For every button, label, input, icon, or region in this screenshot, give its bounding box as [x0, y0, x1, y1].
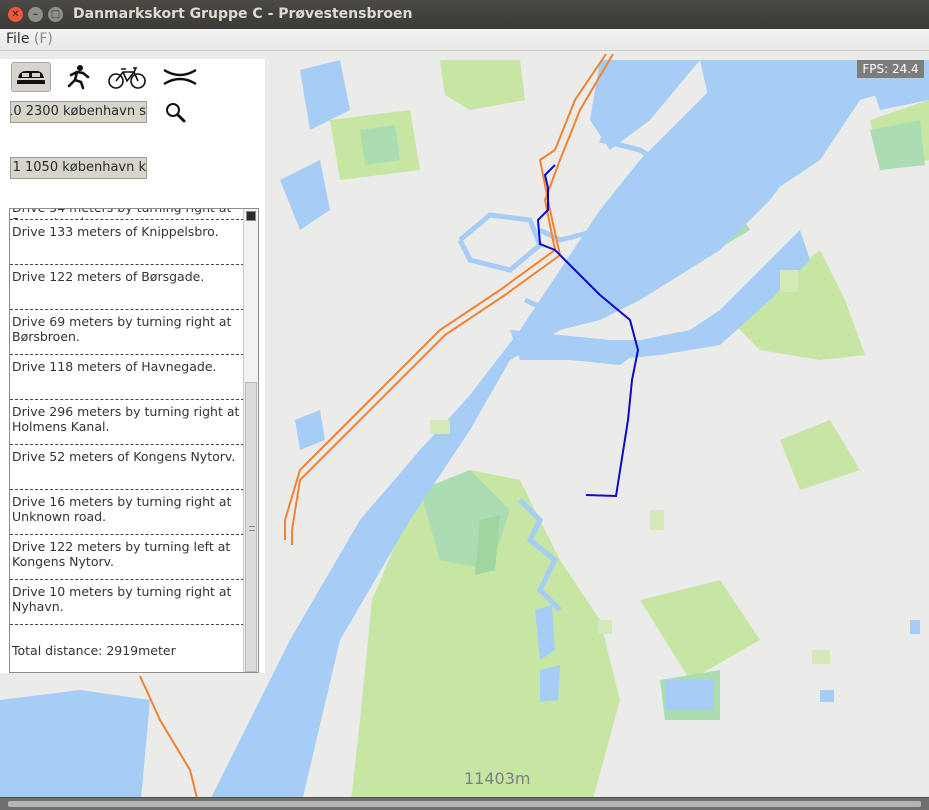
green-kastellet — [360, 125, 400, 165]
block-1 — [430, 420, 450, 434]
ferry-icon — [163, 68, 197, 86]
pool-2 — [820, 690, 834, 702]
directions-list-content: Drive 54 meters by turning right at Prøv… — [10, 209, 244, 658]
canal-castle — [457, 212, 543, 273]
direction-item: Drive 69 meters by turning right at Børs… — [10, 310, 244, 355]
map-scroll-thumb[interactable] — [8, 801, 921, 807]
car-mode-button[interactable] — [11, 62, 51, 92]
block-2 — [780, 270, 798, 292]
route-panel: Prøvestensbroen 10 2300 københavn s Nyha… — [0, 59, 265, 673]
directions-scroll-thumb[interactable] — [245, 382, 257, 672]
pedestrian-icon — [67, 65, 90, 90]
ferry-mode-button[interactable] — [160, 62, 200, 92]
bicycle-icon — [108, 67, 146, 89]
map-horizontal-scrollbar[interactable] — [0, 797, 929, 810]
menu-file-label: File — [6, 31, 30, 47]
walk-mode-button[interactable] — [58, 62, 98, 92]
minimize-window-button[interactable]: – — [28, 7, 43, 22]
rail-south — [139, 675, 201, 810]
menu-file-mnemonic: (F) — [29, 31, 53, 47]
direction-item: Drive 122 meters of Børsgade. — [10, 265, 244, 310]
pool-3 — [910, 620, 920, 634]
from-address-field[interactable]: Prøvestensbroen 10 2300 københavn s — [10, 101, 147, 123]
block-4 — [650, 510, 664, 530]
lake-amager-2 — [540, 665, 560, 702]
scale-label: 11403m — [464, 769, 531, 788]
scroll-grip-icon — [249, 526, 255, 531]
fps-counter: FPS: 24.4 — [857, 60, 924, 78]
window-title: Danmarkskort Gruppe C - Prøvestensbroen — [73, 6, 413, 22]
block-3 — [812, 650, 830, 664]
maximize-window-button[interactable]: □ — [48, 7, 63, 22]
directions-list[interactable]: Drive 54 meters by turning right at Prøv… — [9, 208, 259, 673]
close-window-button[interactable]: ✕ — [8, 7, 23, 22]
park-east-field — [780, 420, 860, 490]
direction-item: Drive 10 meters by turning right at Nyha… — [10, 580, 244, 625]
from-address-value: Prøvestensbroen 10 2300 københavn s — [11, 104, 146, 119]
park-southeast — [640, 580, 760, 680]
menu-file[interactable]: File (F) — [6, 31, 53, 47]
to-address-field[interactable]: Nyhavn 1 1050 københavn k — [10, 157, 147, 179]
park-north — [440, 60, 525, 110]
direction-item: Drive 133 meters of Knippelsbro. — [10, 220, 244, 265]
direction-item: Drive 54 meters by turning right at Prøv… — [10, 209, 244, 220]
car-icon — [17, 71, 45, 84]
to-address-value: Nyhavn 1 1050 københavn k — [11, 160, 146, 175]
direction-item: Drive 296 meters by turning right at Hol… — [10, 400, 244, 445]
direction-item: Drive 52 meters of Kongens Nytorv. — [10, 445, 244, 490]
lake-fortress — [280, 160, 330, 230]
direction-item: Drive 122 meters by turning left at Kong… — [10, 535, 244, 580]
total-distance: Total distance: 2919meter — [12, 643, 176, 658]
direction-item: Drive 16 meters by turning right at Unkn… — [10, 490, 244, 535]
scroll-up-arrow-icon[interactable] — [246, 211, 256, 221]
title-bar: ✕ – □ Danmarkskort Gruppe C - Prøvestens… — [0, 0, 929, 29]
magnifier-icon — [166, 103, 186, 123]
search-button[interactable] — [163, 100, 189, 126]
block-5 — [598, 620, 612, 634]
pool-1 — [665, 680, 713, 710]
canal-southwest — [0, 690, 150, 810]
lake-west — [295, 410, 325, 450]
directions-scrollbar[interactable] — [243, 209, 258, 672]
bike-mode-button[interactable] — [107, 62, 147, 92]
direction-item: Drive 118 meters of Havnegade. — [10, 355, 244, 400]
menu-bar: File (F) — [0, 29, 929, 51]
